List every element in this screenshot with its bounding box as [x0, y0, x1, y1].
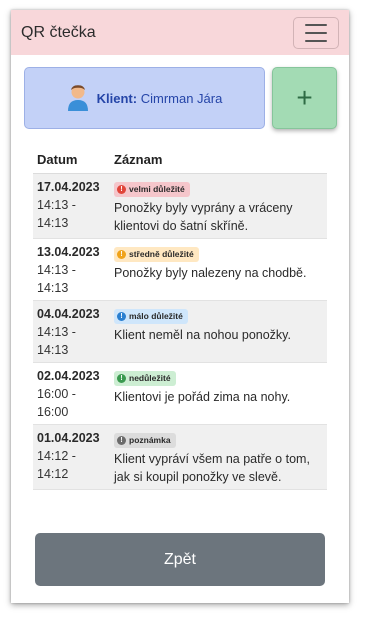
record-time-start: 14:13 - [37, 325, 76, 339]
hamburger-icon [305, 31, 327, 34]
date-column-header: Datum [37, 152, 78, 167]
record-date: 13.04.2023 [37, 245, 100, 259]
back-button[interactable]: Zpět [35, 533, 325, 586]
table-body: 17.04.2023 14:13 -14:13! velmi důležité Pon… [33, 174, 327, 490]
client-button[interactable]: Klient: Cimrman Jára [24, 67, 265, 129]
hamburger-icon [305, 23, 327, 26]
table-row: 01.04.2023 14:12 -14:12! poznámka Klient vy… [33, 425, 327, 490]
priority-badge: ! nedůležité [114, 371, 176, 386]
record-time-end: 14:13 [37, 343, 69, 357]
record-cell: ! velmi důležité Ponožky byly vyprány a vr… [114, 178, 327, 235]
add-record-button[interactable]: + [272, 67, 337, 129]
record-cell: ! nedůležité Klientovi je pořád zima na no… [114, 367, 327, 421]
record-text: Klient neměl na nohou ponožky. [114, 328, 291, 342]
exclamation-icon: ! [117, 250, 126, 259]
priority-label: středně důležité [129, 249, 194, 259]
table-row: 13.04.2023 14:13 -14:13! středně důležité P… [33, 239, 327, 301]
record-date: 02.04.2023 [37, 369, 100, 383]
record-time-end: 14:13 [37, 281, 69, 295]
record-text: Klientovi je pořád zima na nohy. [114, 390, 291, 404]
exclamation-icon: ! [117, 436, 126, 445]
records-table: Datum Záznam 17.04.2023 14:13 -14:13! velm… [33, 146, 327, 490]
date-cell: 01.04.2023 14:12 - 14:12 [33, 429, 114, 486]
record-date: 17.04.2023 [37, 180, 100, 194]
record-column-header: Záznam [114, 152, 163, 167]
record-time-start: 14:13 - [37, 263, 76, 277]
exclamation-icon: ! [117, 312, 126, 321]
navbar: QR čtečka [11, 10, 349, 55]
table-row: 02.04.2023 16:00 -16:00! nedůležité Kliento… [33, 363, 327, 425]
priority-label: poznámka [129, 435, 171, 445]
exclamation-icon: ! [117, 374, 126, 383]
record-time-start: 14:12 - [37, 449, 76, 463]
record-time-start: 16:00 - [37, 387, 76, 401]
date-cell: 17.04.2023 14:13 - 14:13 [33, 178, 114, 235]
record-time-start: 14:13 - [37, 198, 76, 212]
record-text: Ponožky byly vyprány a vráceny klientovi… [114, 201, 293, 233]
record-date: 04.04.2023 [37, 307, 100, 321]
brand-title[interactable]: QR čtečka [21, 24, 96, 42]
record-time-end: 16:00 [37, 405, 69, 419]
record-time-end: 14:13 [37, 216, 69, 230]
priority-label: nedůležité [129, 373, 171, 383]
table-row: 04.04.2023 14:13 -14:13! málo důležité Klie… [33, 301, 327, 363]
record-text: Ponožky byly nalezeny na chodbě. [114, 266, 307, 280]
table-row: 17.04.2023 14:13 -14:13! velmi důležité Pon… [33, 174, 327, 239]
record-text: Klient vypráví všem na patře o tom, jak … [114, 452, 310, 484]
priority-badge: ! poznámka [114, 433, 176, 448]
exclamation-icon: ! [117, 185, 126, 194]
user-icon [67, 85, 88, 111]
record-cell: ! středně důležité Ponožky byly nalezeny n… [114, 243, 327, 297]
menu-toggle-button[interactable] [293, 16, 339, 49]
date-cell: 04.04.2023 14:13 - 14:13 [33, 305, 114, 359]
priority-badge: ! středně důležité [114, 247, 199, 262]
date-cell: 13.04.2023 14:13 - 14:13 [33, 243, 114, 297]
client-name: Cimrman Jára [140, 90, 223, 106]
priority-badge: ! velmi důležité [114, 182, 190, 197]
priority-badge: ! málo důležité [114, 309, 188, 324]
priority-label: málo důležité [129, 311, 183, 321]
record-time-end: 14:12 [37, 467, 69, 481]
hamburger-icon [305, 39, 327, 42]
record-date: 01.04.2023 [37, 431, 100, 445]
date-cell: 02.04.2023 16:00 - 16:00 [33, 367, 114, 421]
client-label: Klient: Cimrman Jára [97, 91, 223, 106]
client-label-prefix: Klient: [96, 90, 138, 106]
record-cell: ! málo důležité Klient neměl na nohou pono… [114, 305, 327, 359]
app-frame: QR čtečka Klient: Cimrman Jára + Datum Z… [11, 10, 349, 603]
priority-label: velmi důležité [129, 184, 185, 194]
table-header: Datum Záznam [33, 146, 327, 174]
record-cell: ! poznámka Klient vypráví všem na patře o … [114, 429, 327, 486]
